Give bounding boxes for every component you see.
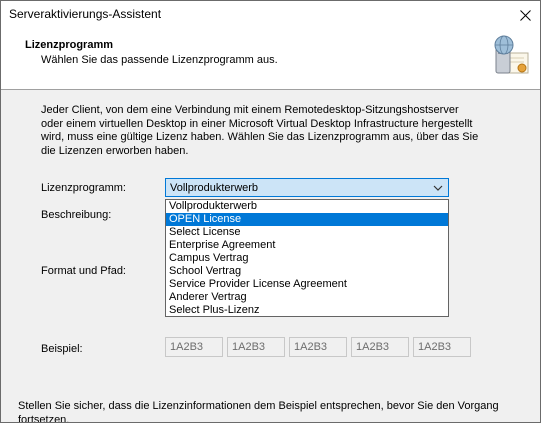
dropdown-option-campus-vertrag[interactable]: Campus Vertrag <box>166 252 448 265</box>
description-label: Beschreibung: <box>41 209 112 221</box>
wizard-header: Lizenzprogramm Wählen Sie das passende L… <box>1 29 540 90</box>
license-program-dropdown: Vollprodukterwerb OPEN License Select Li… <box>165 199 449 317</box>
example-field: 1A2B3 <box>227 337 285 357</box>
title-bar: Serveraktivierungs-Assistent <box>1 1 540 29</box>
window-title: Serveraktivierungs-Assistent <box>9 7 162 21</box>
close-button[interactable] <box>510 1 540 29</box>
dropdown-option-open-license[interactable]: OPEN License <box>166 213 448 226</box>
page-subtitle: Wählen Sie das passende Lizenzprogramm a… <box>41 54 278 66</box>
dropdown-option-school-vertrag[interactable]: School Vertrag <box>166 265 448 278</box>
chevron-down-icon <box>430 180 446 195</box>
example-field: 1A2B3 <box>413 337 471 357</box>
license-program-select[interactable]: Vollprodukterwerb <box>165 178 449 197</box>
footer-note: Stellen Sie sicher, dass die Lizenzinfor… <box>18 400 499 423</box>
dropdown-option-select-plus[interactable]: Select Plus-Lizenz <box>166 304 448 317</box>
intro-text: Jeder Client, von dem eine Verbindung mi… <box>41 104 479 157</box>
wizard-content: Jeder Client, von dem eine Verbindung mi… <box>1 91 540 422</box>
example-field: 1A2B3 <box>165 337 223 357</box>
example-field: 1A2B3 <box>289 337 347 357</box>
page-title: Lizenzprogramm <box>25 39 114 51</box>
dropdown-option-anderer-vertrag[interactable]: Anderer Vertrag <box>166 291 448 304</box>
dropdown-option-vollprodukterwerb[interactable]: Vollprodukterwerb <box>166 200 448 213</box>
example-field: 1A2B3 <box>351 337 409 357</box>
license-program-label: Lizenzprogramm: <box>41 182 126 194</box>
example-label: Beispiel: <box>41 343 83 355</box>
license-server-certificate-icon <box>488 33 534 79</box>
close-icon <box>519 9 531 21</box>
format-label: Format und Pfad: <box>41 265 126 277</box>
dropdown-option-service-provider[interactable]: Service Provider License Agreement <box>166 278 448 291</box>
dropdown-option-enterprise-agreement[interactable]: Enterprise Agreement <box>166 239 448 252</box>
wizard-window: Serveraktivierungs-Assistent Lizenzprogr… <box>0 0 541 423</box>
dropdown-option-select-license[interactable]: Select License <box>166 226 448 239</box>
license-program-value: Vollprodukterwerb <box>170 182 259 194</box>
